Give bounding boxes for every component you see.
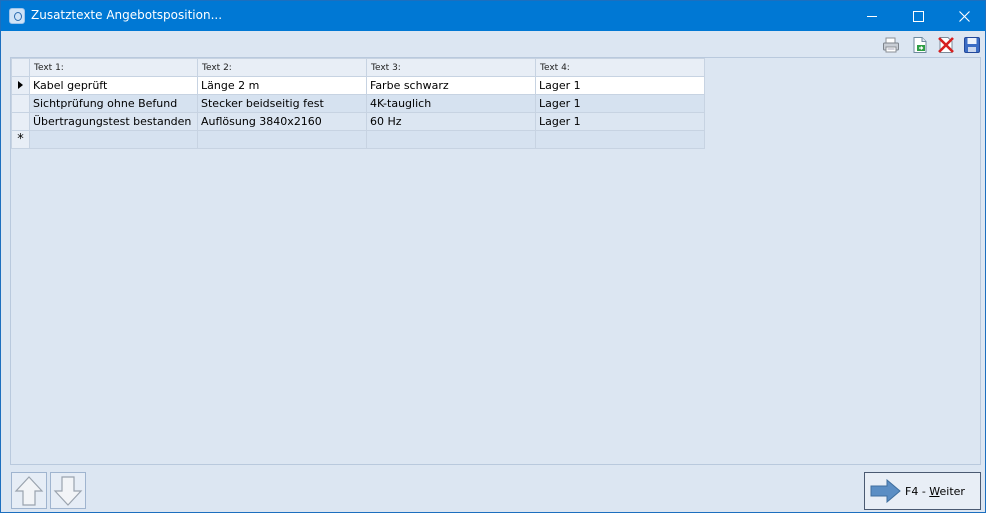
table-cell[interactable]: Farbe schwarz bbox=[366, 76, 536, 95]
texts-grid[interactable]: Text 1: Text 2: Text 3: Text 4: Kabel ge… bbox=[10, 57, 981, 465]
weiter-label-prefix: F4 - bbox=[905, 484, 930, 498]
grid-header-row: Text 1: Text 2: Text 3: Text 4: bbox=[11, 58, 705, 77]
table-cell[interactable]: Lager 1 bbox=[535, 112, 705, 131]
arrow-right-icon bbox=[870, 479, 901, 503]
arrow-up-icon bbox=[14, 476, 44, 506]
table-cell[interactable]: Sichtprüfung ohne Befund bbox=[29, 94, 198, 113]
app-icon bbox=[9, 8, 25, 24]
close-icon bbox=[958, 10, 970, 22]
table-cell[interactable]: Kabel geprüft bbox=[29, 76, 198, 95]
table-row[interactable]: Sichtprüfung ohne Befund Stecker beidsei… bbox=[11, 94, 705, 113]
maximize-button[interactable] bbox=[895, 1, 941, 31]
delete-icon[interactable] bbox=[937, 36, 955, 54]
new-row-star-icon: * bbox=[17, 132, 24, 147]
new-row[interactable]: * bbox=[11, 130, 705, 149]
new-row-cell[interactable] bbox=[29, 130, 198, 149]
new-row-cell[interactable] bbox=[535, 130, 705, 149]
table-cell[interactable]: Auflösung 3840x2160 bbox=[197, 112, 367, 131]
column-header-text3[interactable]: Text 3: bbox=[366, 58, 536, 77]
table-cell[interactable]: Lager 1 bbox=[535, 76, 705, 95]
minimize-button[interactable] bbox=[849, 1, 895, 31]
table-cell[interactable]: Übertragungstest bestanden bbox=[29, 112, 198, 131]
dialog-window: Zusatztexte Angebotsposition... Text 1: … bbox=[0, 0, 986, 513]
window-title: Zusatztexte Angebotsposition... bbox=[31, 8, 223, 22]
save-disk-icon[interactable] bbox=[963, 36, 981, 54]
new-row-cell[interactable] bbox=[366, 130, 536, 149]
weiter-label-rest: eiter bbox=[939, 484, 965, 498]
table-row[interactable]: Kabel geprüft Länge 2 m Farbe schwarz La… bbox=[11, 76, 705, 95]
row-selector[interactable] bbox=[11, 112, 30, 131]
printer-icon[interactable] bbox=[882, 36, 900, 54]
table-cell[interactable]: Lager 1 bbox=[535, 94, 705, 113]
move-down-button[interactable] bbox=[50, 472, 86, 509]
weiter-label: F4 - Weiter bbox=[905, 485, 965, 498]
table-cell[interactable]: Länge 2 m bbox=[197, 76, 367, 95]
table-cell[interactable]: 60 Hz bbox=[366, 112, 536, 131]
column-header-text1[interactable]: Text 1: bbox=[29, 58, 198, 77]
row-pointer-icon bbox=[18, 81, 23, 89]
weiter-button[interactable]: F4 - Weiter bbox=[864, 472, 981, 510]
column-header-text4[interactable]: Text 4: bbox=[535, 58, 705, 77]
export-sheet-icon[interactable] bbox=[911, 36, 929, 54]
move-up-button[interactable] bbox=[11, 472, 47, 509]
new-row-cell[interactable] bbox=[197, 130, 367, 149]
row-selector[interactable] bbox=[11, 76, 30, 95]
new-row-selector[interactable]: * bbox=[11, 130, 30, 149]
weiter-label-accesskey: W bbox=[929, 484, 940, 498]
table-cell[interactable]: Stecker beidseitig fest bbox=[197, 94, 367, 113]
title-bar[interactable]: Zusatztexte Angebotsposition... bbox=[1, 1, 985, 31]
close-button[interactable] bbox=[941, 1, 986, 31]
table-cell[interactable]: 4K-tauglich bbox=[366, 94, 536, 113]
minimize-icon bbox=[867, 15, 877, 17]
arrow-down-icon bbox=[53, 476, 83, 506]
maximize-icon bbox=[912, 10, 924, 22]
table-row[interactable]: Übertragungstest bestanden Auflösung 384… bbox=[11, 112, 705, 131]
row-header-corner bbox=[11, 58, 30, 77]
row-selector[interactable] bbox=[11, 94, 30, 113]
column-header-text2[interactable]: Text 2: bbox=[197, 58, 367, 77]
